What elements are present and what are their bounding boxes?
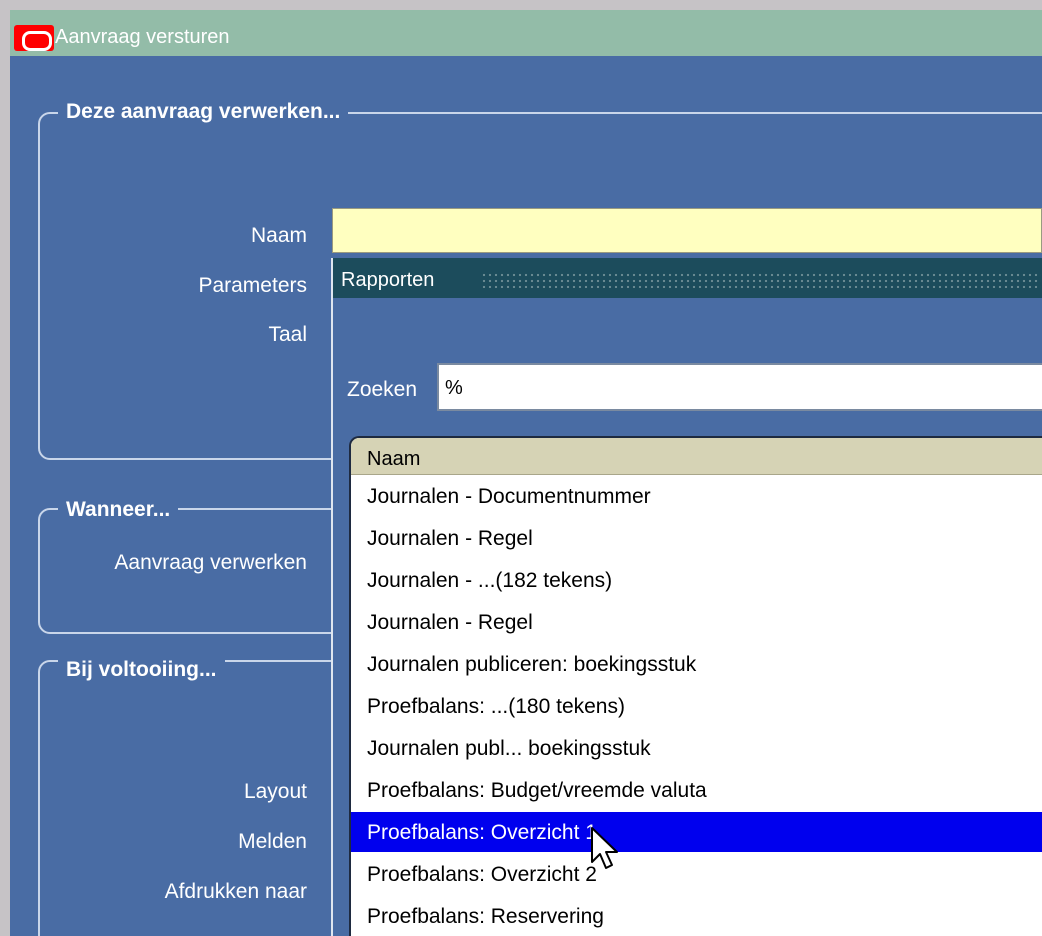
label-layout: Layout [243, 780, 307, 803]
popup-titlebar[interactable]: Rapporten [333, 258, 1042, 298]
label-naam: Naam [250, 224, 307, 247]
group-process-title: Deze aanvraag verwerken... [58, 100, 349, 124]
list-item[interactable]: Journalen - Regel [351, 518, 1042, 558]
list-item[interactable]: Journalen publiceren: boekingsstuk [351, 644, 1042, 684]
group-when-title: Wanneer... [58, 498, 179, 522]
list-item[interactable]: Journalen - Regel [351, 602, 1042, 642]
oracle-logo-icon [14, 25, 54, 51]
list-item[interactable]: Journalen - Documentnummer [351, 476, 1042, 516]
reports-list[interactable]: Naam Journalen - Documentnummer Journale… [349, 436, 1042, 936]
popup-title: Rapporten [341, 269, 435, 291]
list-item[interactable]: Proefbalans: ...(180 tekens) [351, 686, 1042, 726]
list-item[interactable]: Journalen - ...(182 tekens) [351, 560, 1042, 600]
list-column-header[interactable]: Naam [351, 438, 1042, 475]
label-afdrukken-naar: Afdrukken naar [164, 880, 307, 903]
list-item[interactable]: Proefbalans: Budget/vreemde valuta [351, 770, 1042, 810]
label-taal: Taal [268, 323, 307, 346]
window-titlebar[interactable]: Aanvraag versturen [10, 10, 1042, 56]
list-item[interactable]: Proefbalans: Overzicht 2 [351, 854, 1042, 894]
search-label: Zoeken [347, 378, 418, 401]
label-parameters: Parameters [198, 274, 307, 297]
search-input[interactable]: % [437, 363, 1042, 411]
column-header-naam: Naam [367, 448, 421, 470]
label-melden: Melden [238, 830, 307, 853]
titlebar-drag-pattern [481, 272, 1041, 288]
window-title: Aanvraag versturen [55, 26, 230, 48]
list-item-selected[interactable]: Proefbalans: Overzicht 1 [351, 812, 1042, 852]
search-input-value: % [445, 377, 463, 399]
label-aanvraag-verwerken: Aanvraag verwerken [114, 551, 307, 574]
list-item[interactable]: Journalen publ... boekingsstuk [351, 728, 1042, 768]
naam-input[interactable] [332, 208, 1042, 253]
list-item[interactable]: Proefbalans: Reservering [351, 896, 1042, 936]
reports-popup: Rapporten Zoeken % Naam Journalen - Docu… [331, 258, 1042, 936]
mouse-pointer-icon [591, 827, 618, 869]
group-done-title: Bij voltooiing... [58, 658, 225, 682]
